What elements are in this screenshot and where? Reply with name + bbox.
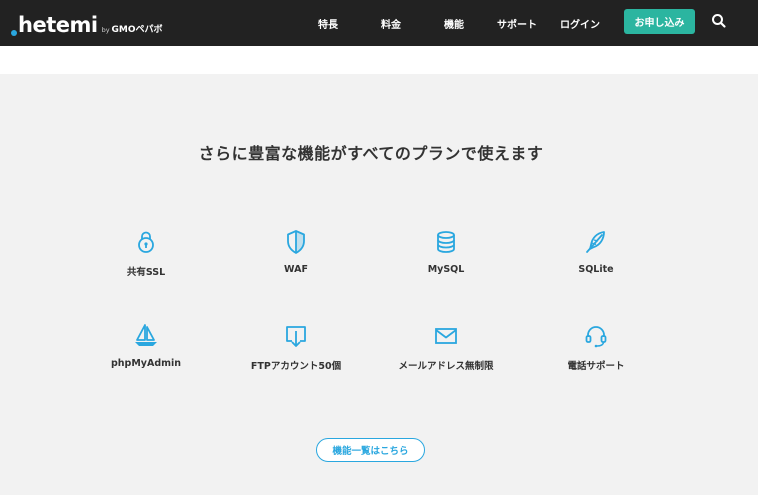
shield-icon (287, 230, 305, 254)
feather-icon (586, 231, 605, 253)
nav-item-pricing[interactable]: 料金 (381, 16, 401, 31)
search-icon (712, 14, 726, 28)
feature-label: WAF (284, 264, 308, 275)
logo[interactable]: hetemi by GMOペパボ (11, 8, 163, 36)
logo-by: by (101, 26, 110, 34)
header-spacer-band (0, 46, 758, 74)
feature-list-button[interactable]: 機能一覧はこちら (316, 438, 425, 462)
lock-icon (138, 231, 154, 253)
feature-item-ftp-accounts: FTPアカウント50個 (221, 322, 371, 372)
nav-item-features[interactable]: 特長 (318, 16, 338, 31)
feature-item-mysql: MySQL (371, 228, 521, 275)
nav-item-functions[interactable]: 機能 (444, 16, 464, 31)
apply-button[interactable]: お申し込み (624, 9, 695, 34)
feature-item-sqlite: SQLite (521, 228, 671, 275)
logo-mark: hetemi (18, 13, 98, 37)
feature-label: phpMyAdmin (110, 358, 182, 369)
feature-item-phpmyadmin: phpMyAdmin (71, 322, 221, 369)
feature-label: 共有SSL (126, 267, 166, 278)
search-button[interactable] (710, 12, 728, 30)
feature-item-shared-ssl: 共有SSL (71, 228, 221, 278)
feature-label: MySQL (427, 264, 465, 275)
headset-icon (585, 326, 607, 348)
sailboat-icon (135, 324, 157, 346)
feature-item-waf: WAF (221, 228, 371, 275)
download-box-icon (286, 326, 306, 347)
mail-icon (435, 328, 457, 344)
site-header: hetemi by GMOペパボ 特長 料金 機能 サポート ログイン お申し込… (0, 0, 758, 46)
logo-dot (11, 30, 17, 36)
nav-item-support[interactable]: サポート (497, 16, 537, 31)
feature-item-mail: メールアドレス無制限 (371, 322, 521, 372)
database-icon (437, 231, 455, 253)
feature-label: 電話サポート (567, 361, 625, 372)
feature-label: SQLite (578, 264, 614, 275)
feature-label: FTPアカウント50個 (250, 361, 342, 372)
feature-label: メールアドレス無制限 (398, 361, 494, 372)
feature-item-phone-support: 電話サポート (521, 322, 671, 372)
logo-company: GMOペパボ (111, 25, 163, 35)
nav-item-login[interactable]: ログイン (560, 16, 600, 31)
section-title: さらに豊富な機能がすべてのプランで使えます (198, 144, 544, 163)
